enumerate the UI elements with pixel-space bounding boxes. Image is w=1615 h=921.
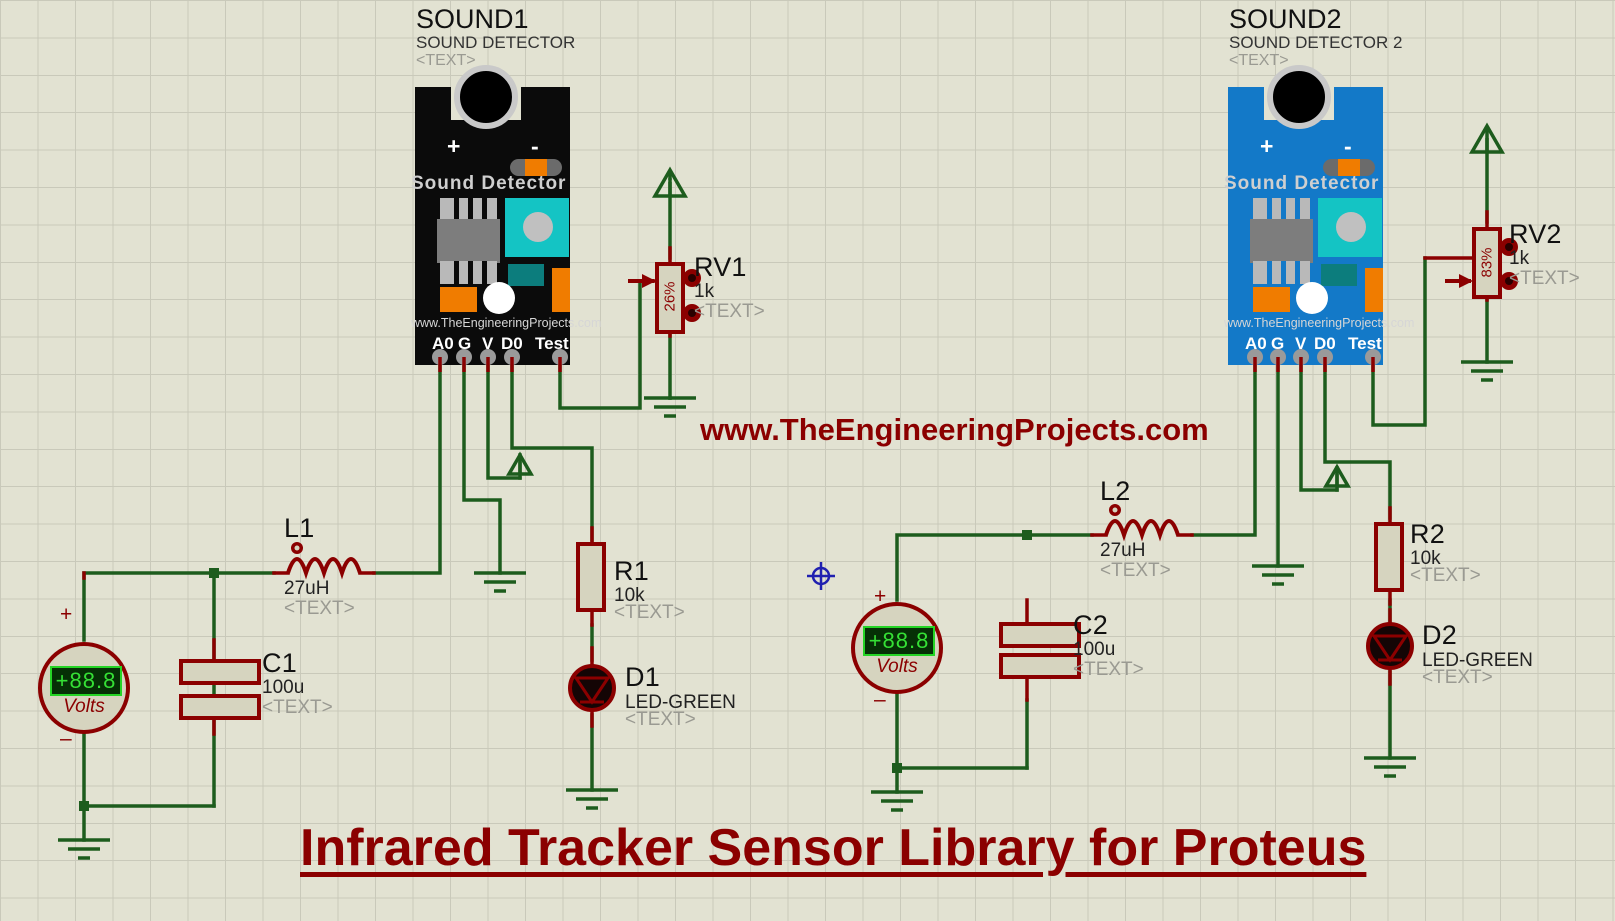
voltmeter-1[interactable]: +88.8 Volts: [40, 644, 128, 732]
module-1-text: <TEXT>: [416, 52, 476, 69]
c1-value: 100u: [262, 677, 305, 698]
d1-text: <TEXT>: [625, 709, 696, 730]
c2-ref: C2: [1073, 610, 1108, 640]
c2-value: 100u: [1073, 639, 1116, 660]
voltmeter-1-unit: Volts: [63, 696, 105, 717]
c2-text: <TEXT>: [1073, 659, 1144, 680]
c1-text: <TEXT>: [262, 697, 333, 718]
rv1-percent: 26%: [661, 281, 679, 312]
l2-value: 27uH: [1100, 540, 1146, 561]
module-2-ref: SOUND2: [1229, 4, 1342, 34]
voltmeter-2-plus: +: [874, 585, 887, 608]
l2-text: <TEXT>: [1100, 560, 1171, 581]
rv1-ref: RV1: [694, 252, 747, 282]
module-2-device: SOUND DETECTOR 2: [1229, 33, 1403, 52]
r1-ref: R1: [614, 556, 649, 586]
rv1-text: <TEXT>: [694, 301, 765, 322]
voltmeter-1-plus: +: [60, 603, 73, 626]
r2-text: <TEXT>: [1410, 565, 1481, 586]
rv1-value: 1k: [694, 281, 715, 302]
d2-text: <TEXT>: [1422, 667, 1493, 688]
voltmeter-2-minus: –: [874, 688, 886, 711]
module-1-ref: SOUND1: [416, 4, 529, 34]
l1-ref: L1: [284, 513, 315, 543]
voltmeter-1-reading: +88.8: [50, 666, 122, 696]
voltmeter-2-unit: Volts: [876, 656, 918, 677]
r2-ref: R2: [1410, 519, 1445, 549]
module-2-text: <TEXT>: [1229, 52, 1289, 69]
page-title: Infrared Tracker Sensor Library for Prot…: [300, 819, 1367, 877]
rv2-text: <TEXT>: [1509, 268, 1580, 289]
d2-ref: D2: [1422, 620, 1457, 650]
rv2-value: 1k: [1509, 248, 1530, 269]
r1-text: <TEXT>: [614, 602, 685, 623]
module-2-pads: [1247, 349, 1381, 372]
rv2-ref: RV2: [1509, 219, 1562, 249]
voltmeter-2[interactable]: +88.8 Volts: [853, 604, 941, 692]
module-1-device: SOUND DETECTOR: [416, 33, 576, 52]
watermark-text: www.TheEngineeringProjects.com: [700, 412, 1209, 447]
l1-value: 27uH: [284, 578, 330, 599]
l2-ref: L2: [1100, 476, 1131, 506]
d1-ref: D1: [625, 662, 660, 692]
voltmeter-2-reading: +88.8: [863, 626, 935, 656]
l1-text: <TEXT>: [284, 598, 355, 619]
voltmeter-1-minus: –: [60, 727, 72, 750]
rv2-percent: 83%: [1478, 247, 1496, 278]
c1-ref: C1: [262, 648, 297, 678]
